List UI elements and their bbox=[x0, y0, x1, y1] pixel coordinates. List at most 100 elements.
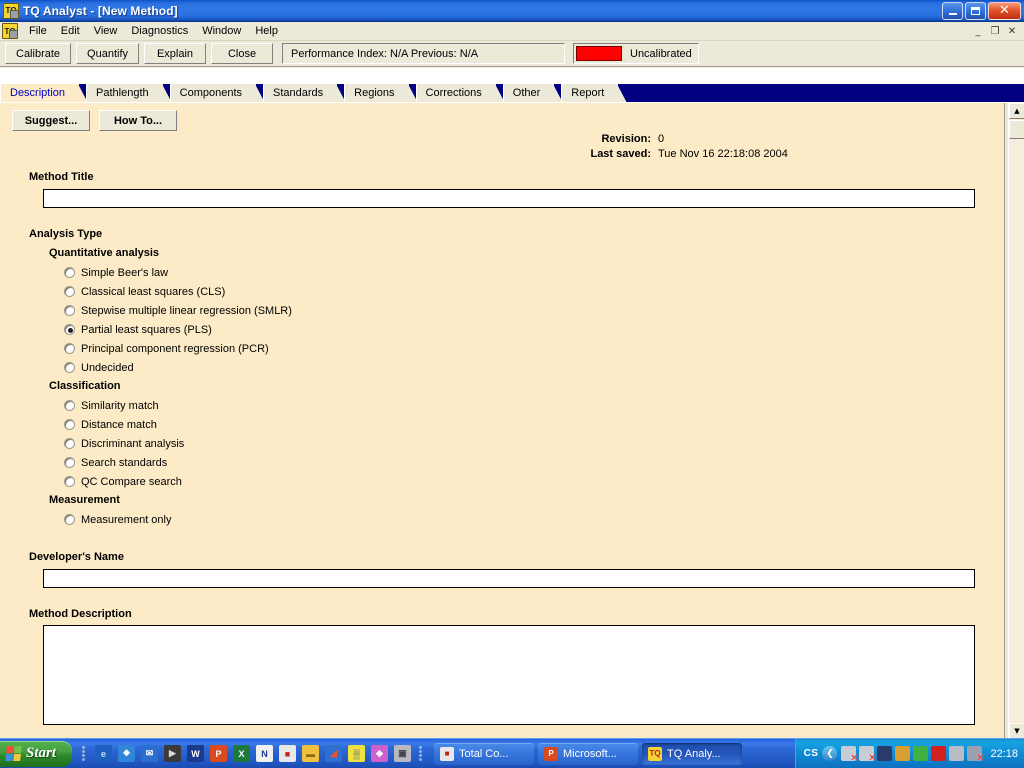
tasks-grip[interactable] bbox=[419, 744, 424, 764]
excel-icon[interactable]: X bbox=[233, 745, 251, 762]
netscape-icon[interactable]: N bbox=[256, 745, 274, 762]
menu-item-file[interactable]: File bbox=[22, 23, 54, 39]
taskbar-window-label: TQ Analy... bbox=[667, 747, 721, 760]
explain-button[interactable]: Explain bbox=[144, 43, 206, 64]
network-activity-icon[interactable] bbox=[859, 746, 876, 764]
network-disconnected-icon[interactable] bbox=[841, 746, 858, 764]
scrollbar-thumb[interactable] bbox=[1009, 120, 1024, 139]
save-disk-icon[interactable]: ■ bbox=[279, 745, 297, 762]
taskbar-window-button[interactable]: ■ Total Co... bbox=[434, 742, 535, 765]
scrollbar-track[interactable] bbox=[1009, 139, 1024, 722]
mdi-close-button[interactable]: ✕ bbox=[1004, 24, 1020, 38]
radio-qc-compare-search[interactable]: QC Compare search bbox=[64, 472, 184, 491]
quantify-button[interactable]: Quantify bbox=[76, 43, 139, 64]
close-button[interactable]: ✕ bbox=[988, 1, 1021, 20]
vertical-scrollbar[interactable]: ▲ ▼ bbox=[1008, 103, 1024, 738]
tab-regions[interactable]: Regions bbox=[344, 83, 419, 103]
developer-name-label: Developer's Name bbox=[29, 551, 124, 563]
taskbar-window-button[interactable]: TQ TQ Analy... bbox=[642, 742, 743, 765]
radio-icon bbox=[64, 286, 75, 297]
maximize-button[interactable] bbox=[965, 1, 986, 20]
menu-item-edit[interactable]: Edit bbox=[54, 23, 87, 39]
battery-icon[interactable] bbox=[877, 746, 893, 761]
monitor-icon[interactable]: ▣ bbox=[394, 745, 412, 762]
internet-explorer-icon[interactable]: e bbox=[95, 745, 113, 762]
mdi-restore-button[interactable]: ❐ bbox=[987, 24, 1003, 38]
start-label: Start bbox=[26, 745, 57, 761]
group-heading: Quantitative analysis bbox=[49, 247, 160, 259]
radio-simple-beers-law[interactable]: Simple Beer's law bbox=[64, 263, 292, 282]
taskbar-window-label: Total Co... bbox=[459, 747, 509, 760]
method-metadata: Revision: 0 Last saved: Tue Nov 16 22:18… bbox=[590, 133, 826, 163]
mdi-minimize-button[interactable]: _ bbox=[970, 24, 986, 38]
tab-description[interactable]: Description bbox=[0, 83, 90, 103]
tab-standards[interactable]: Standards bbox=[263, 83, 348, 103]
radio-discriminant-analysis[interactable]: Discriminant analysis bbox=[64, 434, 184, 453]
tray-label: CS bbox=[803, 748, 819, 759]
application-window: TQ TQ Analyst - [New Method] ✕ TQ File E… bbox=[0, 0, 1024, 768]
radio-measurement-only[interactable]: Measurement only bbox=[64, 510, 172, 529]
tab-strip: Description Pathlength Components Standa… bbox=[0, 83, 1024, 103]
tab-pathlength[interactable]: Pathlength bbox=[86, 83, 173, 103]
group-classification: Classification Similarity match Distance… bbox=[49, 380, 184, 491]
radio-similarity-match[interactable]: Similarity match bbox=[64, 396, 184, 415]
developer-name-input[interactable] bbox=[43, 569, 975, 588]
analysis-type-label: Analysis Type bbox=[29, 228, 103, 240]
method-description-textarea[interactable] bbox=[43, 625, 975, 725]
tab-components[interactable]: Components bbox=[169, 83, 267, 103]
mdi-app-icon[interactable]: TQ bbox=[2, 23, 18, 39]
tab-report[interactable]: Report bbox=[561, 83, 629, 103]
how-to-button[interactable]: How To... bbox=[99, 110, 177, 131]
display-settings-icon[interactable] bbox=[913, 746, 929, 761]
menu-item-view[interactable]: View bbox=[87, 23, 125, 39]
radio-icon bbox=[64, 362, 75, 373]
suggest-button[interactable]: Suggest... bbox=[12, 110, 90, 131]
last-saved-label: Last saved: bbox=[590, 148, 651, 160]
group-heading: Classification bbox=[49, 380, 121, 392]
quicklaunch-grip[interactable] bbox=[82, 744, 87, 764]
radio-partial-least-squares[interactable]: Partial least squares (PLS) bbox=[64, 320, 292, 339]
calibration-status-panel: Uncalibrated bbox=[573, 43, 699, 64]
radio-distance-match[interactable]: Distance match bbox=[64, 415, 184, 434]
radio-classical-least-squares[interactable]: Classical least squares (CLS) bbox=[64, 282, 292, 301]
word-icon[interactable]: W bbox=[187, 745, 205, 762]
antivirus-icon[interactable] bbox=[895, 746, 911, 761]
diamond-icon[interactable]: ◆ bbox=[371, 745, 389, 762]
minimize-button[interactable] bbox=[942, 1, 963, 20]
powerpoint-icon[interactable]: P bbox=[210, 745, 228, 762]
toolbar: Calibrate Quantify Explain Close Perform… bbox=[0, 41, 1024, 68]
method-title-input[interactable] bbox=[43, 189, 975, 208]
tab-other[interactable]: Other bbox=[502, 83, 564, 103]
menu-item-help[interactable]: Help bbox=[248, 23, 285, 39]
show-desktop-icon[interactable]: ❖ bbox=[118, 745, 136, 762]
radio-stepwise-multiple-linear-regression[interactable]: Stepwise multiple linear regression (SML… bbox=[64, 301, 292, 320]
tab-corrections[interactable]: Corrections bbox=[415, 83, 507, 103]
clock[interactable]: 22:18 bbox=[990, 748, 1018, 760]
media-player-icon[interactable]: ▶ bbox=[164, 745, 182, 762]
outlook-express-icon[interactable]: ✉ bbox=[141, 745, 159, 762]
scroll-up-button[interactable]: ▲ bbox=[1009, 103, 1024, 119]
chevron-left-icon[interactable]: ❮ bbox=[822, 746, 838, 761]
menu-item-diagnostics[interactable]: Diagnostics bbox=[124, 23, 195, 39]
radio-icon bbox=[64, 343, 75, 354]
performance-index-panel: Performance Index: N/A Previous: N/A bbox=[282, 43, 565, 64]
office-icon[interactable]: ▒ bbox=[348, 745, 366, 762]
radio-search-standards[interactable]: Search standards bbox=[64, 453, 184, 472]
menu-item-window[interactable]: Window bbox=[195, 23, 248, 39]
volume-muted-icon[interactable] bbox=[967, 746, 984, 764]
taskbar-window-button[interactable]: P Microsoft... bbox=[538, 742, 639, 765]
description-pane: Suggest... How To... Revision: 0 Last sa… bbox=[0, 103, 1008, 738]
close-method-button[interactable]: Close bbox=[211, 43, 273, 64]
calibrate-button[interactable]: Calibrate bbox=[5, 43, 72, 64]
update-icon[interactable] bbox=[931, 746, 947, 761]
scroll-down-button[interactable]: ▼ bbox=[1009, 723, 1024, 738]
taskbar-window-icon: P bbox=[544, 746, 559, 761]
method-title-label: Method Title bbox=[29, 171, 94, 183]
mdi-window-controls: _ ❐ ✕ bbox=[970, 24, 1020, 38]
radio-principal-component-regression[interactable]: Principal component regression (PCR) bbox=[64, 339, 292, 358]
folder-icon[interactable]: ▬ bbox=[302, 745, 320, 762]
radio-undecided[interactable]: Undecided bbox=[64, 358, 292, 377]
start-button[interactable]: Start bbox=[0, 740, 73, 767]
monitor-icon[interactable] bbox=[949, 746, 965, 761]
paint-icon[interactable]: ◢ bbox=[325, 745, 343, 762]
